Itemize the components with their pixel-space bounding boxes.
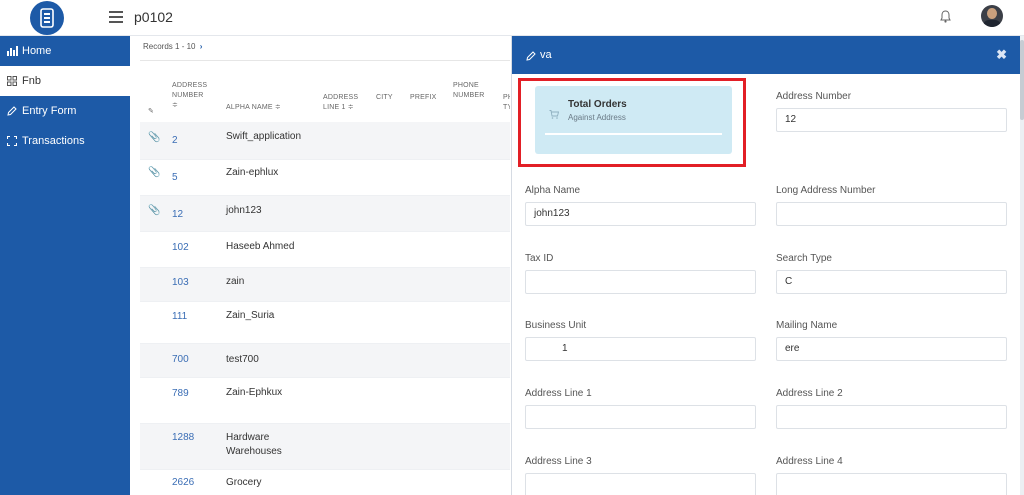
page-title: p0102 — [134, 9, 173, 25]
card-progress-bar — [545, 133, 722, 135]
address-number-label: Address Number — [776, 91, 852, 102]
column-header-alpha-name[interactable]: ALPHA NAME ≑ — [226, 103, 281, 113]
bell-icon[interactable] — [940, 10, 951, 28]
table-row[interactable]: 700 test700 — [140, 344, 510, 378]
address-line-1-label: Address Line 1 — [525, 388, 592, 399]
table-row[interactable]: 📎 2 Swift_application — [140, 122, 510, 160]
pencil-icon — [526, 48, 536, 66]
long-address-number-label: Long Address Number — [776, 185, 876, 196]
sidebar-item-entry-form[interactable]: Entry Form — [0, 96, 130, 126]
chart-icon — [6, 45, 18, 57]
card-subtitle: Against Address — [568, 113, 626, 122]
address-number-field[interactable]: 12 — [776, 108, 1007, 132]
column-header-phone-type[interactable]: PHTY — [503, 93, 510, 113]
address-line-1-field[interactable] — [525, 405, 756, 429]
mailing-name-label: Mailing Name — [776, 320, 838, 331]
column-header-address-number[interactable]: ADDRESS NUMBER ≑ — [172, 81, 207, 111]
table-row[interactable]: 102 Haseeb Ahmed — [140, 232, 510, 268]
long-address-number-field[interactable] — [776, 202, 1007, 226]
paperclip-icon[interactable]: 📎 — [148, 132, 160, 143]
menu-toggle-icon[interactable] — [109, 11, 123, 23]
edit-panel: va ✖ Total Orders Against Address Addres… — [511, 36, 1021, 495]
column-header-city[interactable]: CITY — [376, 93, 393, 103]
paperclip-icon[interactable]: 📎 — [148, 167, 160, 178]
sidebar-item-transactions[interactable]: Transactions — [0, 126, 130, 156]
table-row[interactable]: 2626 Grocery — [140, 470, 510, 495]
business-unit-field[interactable]: 1 — [525, 337, 756, 361]
tax-id-label: Tax ID — [525, 253, 554, 264]
next-page-icon[interactable]: › — [200, 42, 203, 51]
grid-icon — [6, 75, 18, 87]
table-row[interactable]: 📎 5 Zain-ephlux — [140, 160, 510, 196]
sidebar: Home Fnb Entry Form Transactions — [0, 36, 130, 495]
sidebar-item-label: Entry Form — [22, 105, 77, 117]
address-line-4-field[interactable] — [776, 473, 1007, 495]
address-line-2-label: Address Line 2 — [776, 388, 843, 399]
total-orders-card[interactable]: Total Orders Against Address — [535, 86, 732, 154]
table-row[interactable]: 103 zain — [140, 268, 510, 302]
pencil-icon — [6, 105, 18, 117]
close-icon[interactable]: ✖ — [996, 47, 1007, 63]
sidebar-item-home[interactable]: Home — [0, 36, 130, 66]
sidebar-item-label: Transactions — [22, 135, 85, 147]
search-type-field[interactable]: C — [776, 270, 1007, 294]
sidebar-item-label: Home — [22, 45, 52, 57]
alpha-name-label: Alpha Name — [525, 185, 581, 196]
business-unit-label: Business Unit — [525, 320, 587, 331]
column-header-address-line-1[interactable]: ADDRESS LINE 1 ≑ — [323, 93, 358, 113]
top-bar: p0102 — [0, 0, 1024, 36]
mailing-name-field[interactable]: ere — [776, 337, 1007, 361]
app-logo[interactable] — [30, 1, 64, 35]
table-row[interactable]: 📎 12 john123 — [140, 196, 510, 232]
records-info: Records 1 - 10 › — [143, 42, 203, 51]
address-line-4-label: Address Line 4 — [776, 456, 843, 467]
paperclip-icon[interactable]: 📎 — [148, 205, 160, 216]
address-line-3-field[interactable] — [525, 473, 756, 495]
alpha-name-field[interactable]: john123 — [525, 202, 756, 226]
table-row[interactable]: 789 Zain-Ephkux — [140, 378, 510, 424]
table-row[interactable]: 1288 Hardware Warehouses — [140, 424, 510, 470]
address-line-3-label: Address Line 3 — [525, 456, 592, 467]
search-type-label: Search Type — [776, 253, 832, 264]
sidebar-item-label: Fnb — [22, 75, 41, 87]
expand-icon — [6, 135, 18, 147]
card-title: Total Orders — [568, 99, 627, 110]
address-line-2-field[interactable] — [776, 405, 1007, 429]
panel-header: va ✖ — [512, 36, 1021, 74]
avatar[interactable] — [981, 5, 1003, 27]
panel-title: va — [540, 49, 552, 61]
sidebar-item-fnb[interactable]: Fnb — [0, 66, 130, 96]
tax-id-field[interactable] — [525, 270, 756, 294]
column-header-prefix[interactable]: PREFIX — [410, 93, 436, 103]
column-header-phone-number[interactable]: PHONE NUMBER — [453, 81, 485, 101]
records-table: Records 1 - 10 › ✎ ADDRESS NUMBER ≑ ALPHA … — [140, 36, 510, 495]
cart-icon — [549, 106, 560, 124]
scrollbar-thumb[interactable] — [1020, 40, 1024, 120]
table-row[interactable]: 111 Zain_Suria — [140, 302, 510, 344]
attachment-icon: ✎ — [148, 108, 155, 115]
